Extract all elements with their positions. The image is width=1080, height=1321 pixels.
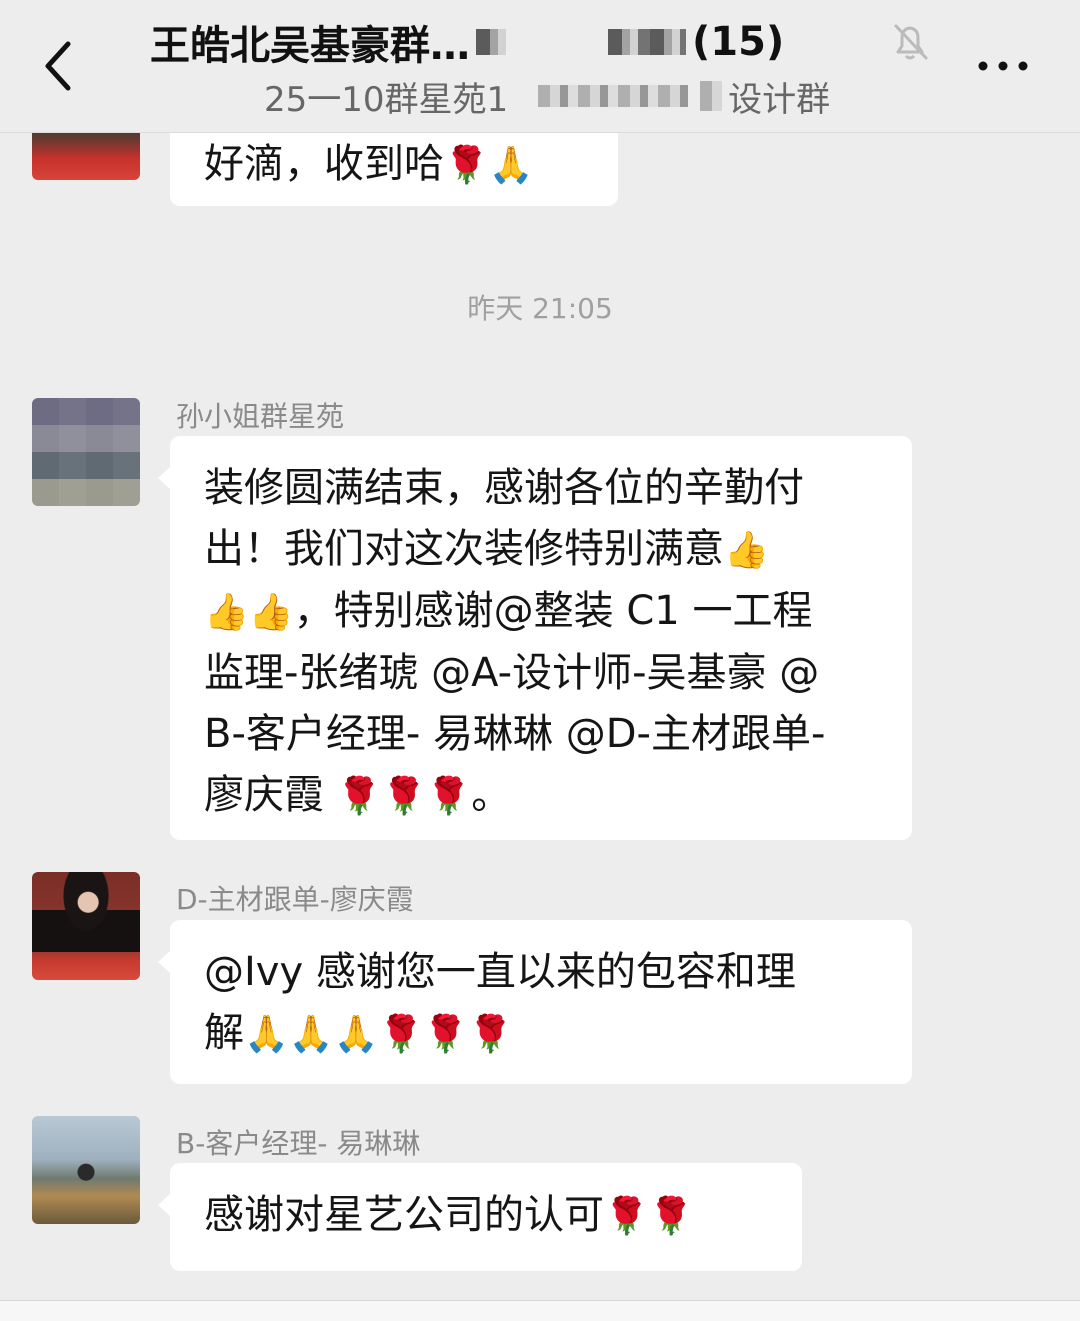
sender-name: B-客户经理- 易琳琳: [176, 1127, 421, 1160]
message-line: 出！我们对这次装修特别满意: [204, 526, 724, 572]
message-line: @Ivy 感谢您一直以来的包容和理: [204, 949, 796, 995]
avatar[interactable]: [32, 132, 140, 180]
message-bubble[interactable]: 感谢对星艺公司的认可🌹🌹: [158, 1163, 802, 1271]
avatar[interactable]: [32, 872, 140, 980]
pray-emoji: 🙏: [333, 1014, 379, 1055]
sender-name: 孙小姐群星苑: [176, 400, 345, 433]
thumbs-up-emoji: 👍: [248, 592, 294, 633]
message-line: 装修圆满结束，感谢各位的辛勤付: [204, 465, 804, 511]
rose-emoji: 🌹: [336, 776, 382, 817]
message-text: 感谢对星艺公司的认可: [204, 1192, 604, 1238]
message-line: B-客户经理- 易琳琳 @D-主材跟单-: [204, 711, 826, 757]
member-count: (15): [692, 19, 785, 65]
thumbs-up-emoji: 👍: [724, 530, 769, 571]
bell-off-icon: [888, 20, 932, 64]
message-line: 廖庆霞: [204, 772, 337, 818]
message-bubble[interactable]: 装修圆满结束，感谢各位的辛勤付 出！我们对这次装修特别满意👍 👍👍，特别感谢@整…: [158, 436, 912, 840]
rose-emoji: 🌹: [444, 145, 489, 186]
chat-subtitle-end: 设计群: [728, 79, 831, 120]
rose-emoji: 🌹: [378, 1014, 424, 1055]
redacted-mosaic: [700, 81, 723, 111]
thumbs-up-emoji: 👍: [204, 592, 249, 633]
rose-emoji: 🌹: [604, 1196, 649, 1237]
message-bubble[interactable]: 好滴，收到哈🌹🙏: [170, 132, 618, 206]
time-divider: 昨天 21:05: [467, 292, 613, 325]
pray-emoji: 🙏: [288, 1014, 334, 1055]
pray-emoji: 🙏: [488, 145, 534, 186]
input-bar-edge: [0, 1300, 1080, 1321]
rose-emoji: 🌹: [468, 1014, 513, 1055]
chat-title: 王皓北吴基豪群…: [150, 23, 470, 69]
message-line: ，特别感谢@整装 C1 一工程: [293, 588, 813, 634]
redacted-mosaic: [538, 85, 689, 107]
more-button[interactable]: [975, 40, 1035, 92]
chevron-left-icon: [45, 41, 71, 91]
message-line: 解: [204, 1010, 244, 1056]
rose-emoji: 🌹: [426, 776, 472, 817]
message-list[interactable]: 好滴，收到哈🌹🙏 昨天 21:05 孙小姐群星苑 装修圆满结束，感谢各位的辛勤付…: [0, 132, 1080, 1300]
redacted-mosaic: [608, 29, 686, 55]
more-dots-icon: [978, 61, 1028, 71]
avatar[interactable]: [32, 1116, 140, 1224]
rose-emoji: 🌹: [381, 776, 427, 817]
message-text: 好滴，收到哈: [204, 141, 444, 187]
rose-emoji: 🌹: [648, 1196, 694, 1237]
back-button[interactable]: [38, 36, 82, 96]
pray-emoji: 🙏: [244, 1014, 289, 1055]
rose-emoji: 🌹: [423, 1014, 469, 1055]
chat-title-block[interactable]: 王皓北吴基豪群… (15) 25一10群星苑1 设计群: [150, 14, 850, 122]
avatar-blurred[interactable]: [32, 398, 140, 506]
message-bubble[interactable]: @Ivy 感谢您一直以来的包容和理 解🙏🙏🙏🌹🌹🌹: [158, 920, 912, 1084]
chat-header: 王皓北吴基豪群… (15) 25一10群星苑1 设计群: [0, 0, 1080, 133]
redacted-mosaic: [476, 29, 506, 55]
sender-name: D-主材跟单-廖庆霞: [176, 883, 414, 916]
chat-subtitle-start: 25一10群星苑1: [264, 79, 509, 120]
message-line: 监理-张绪琥 @A-设计师-吴基豪 @: [204, 650, 820, 696]
message-line: 。: [471, 772, 512, 818]
